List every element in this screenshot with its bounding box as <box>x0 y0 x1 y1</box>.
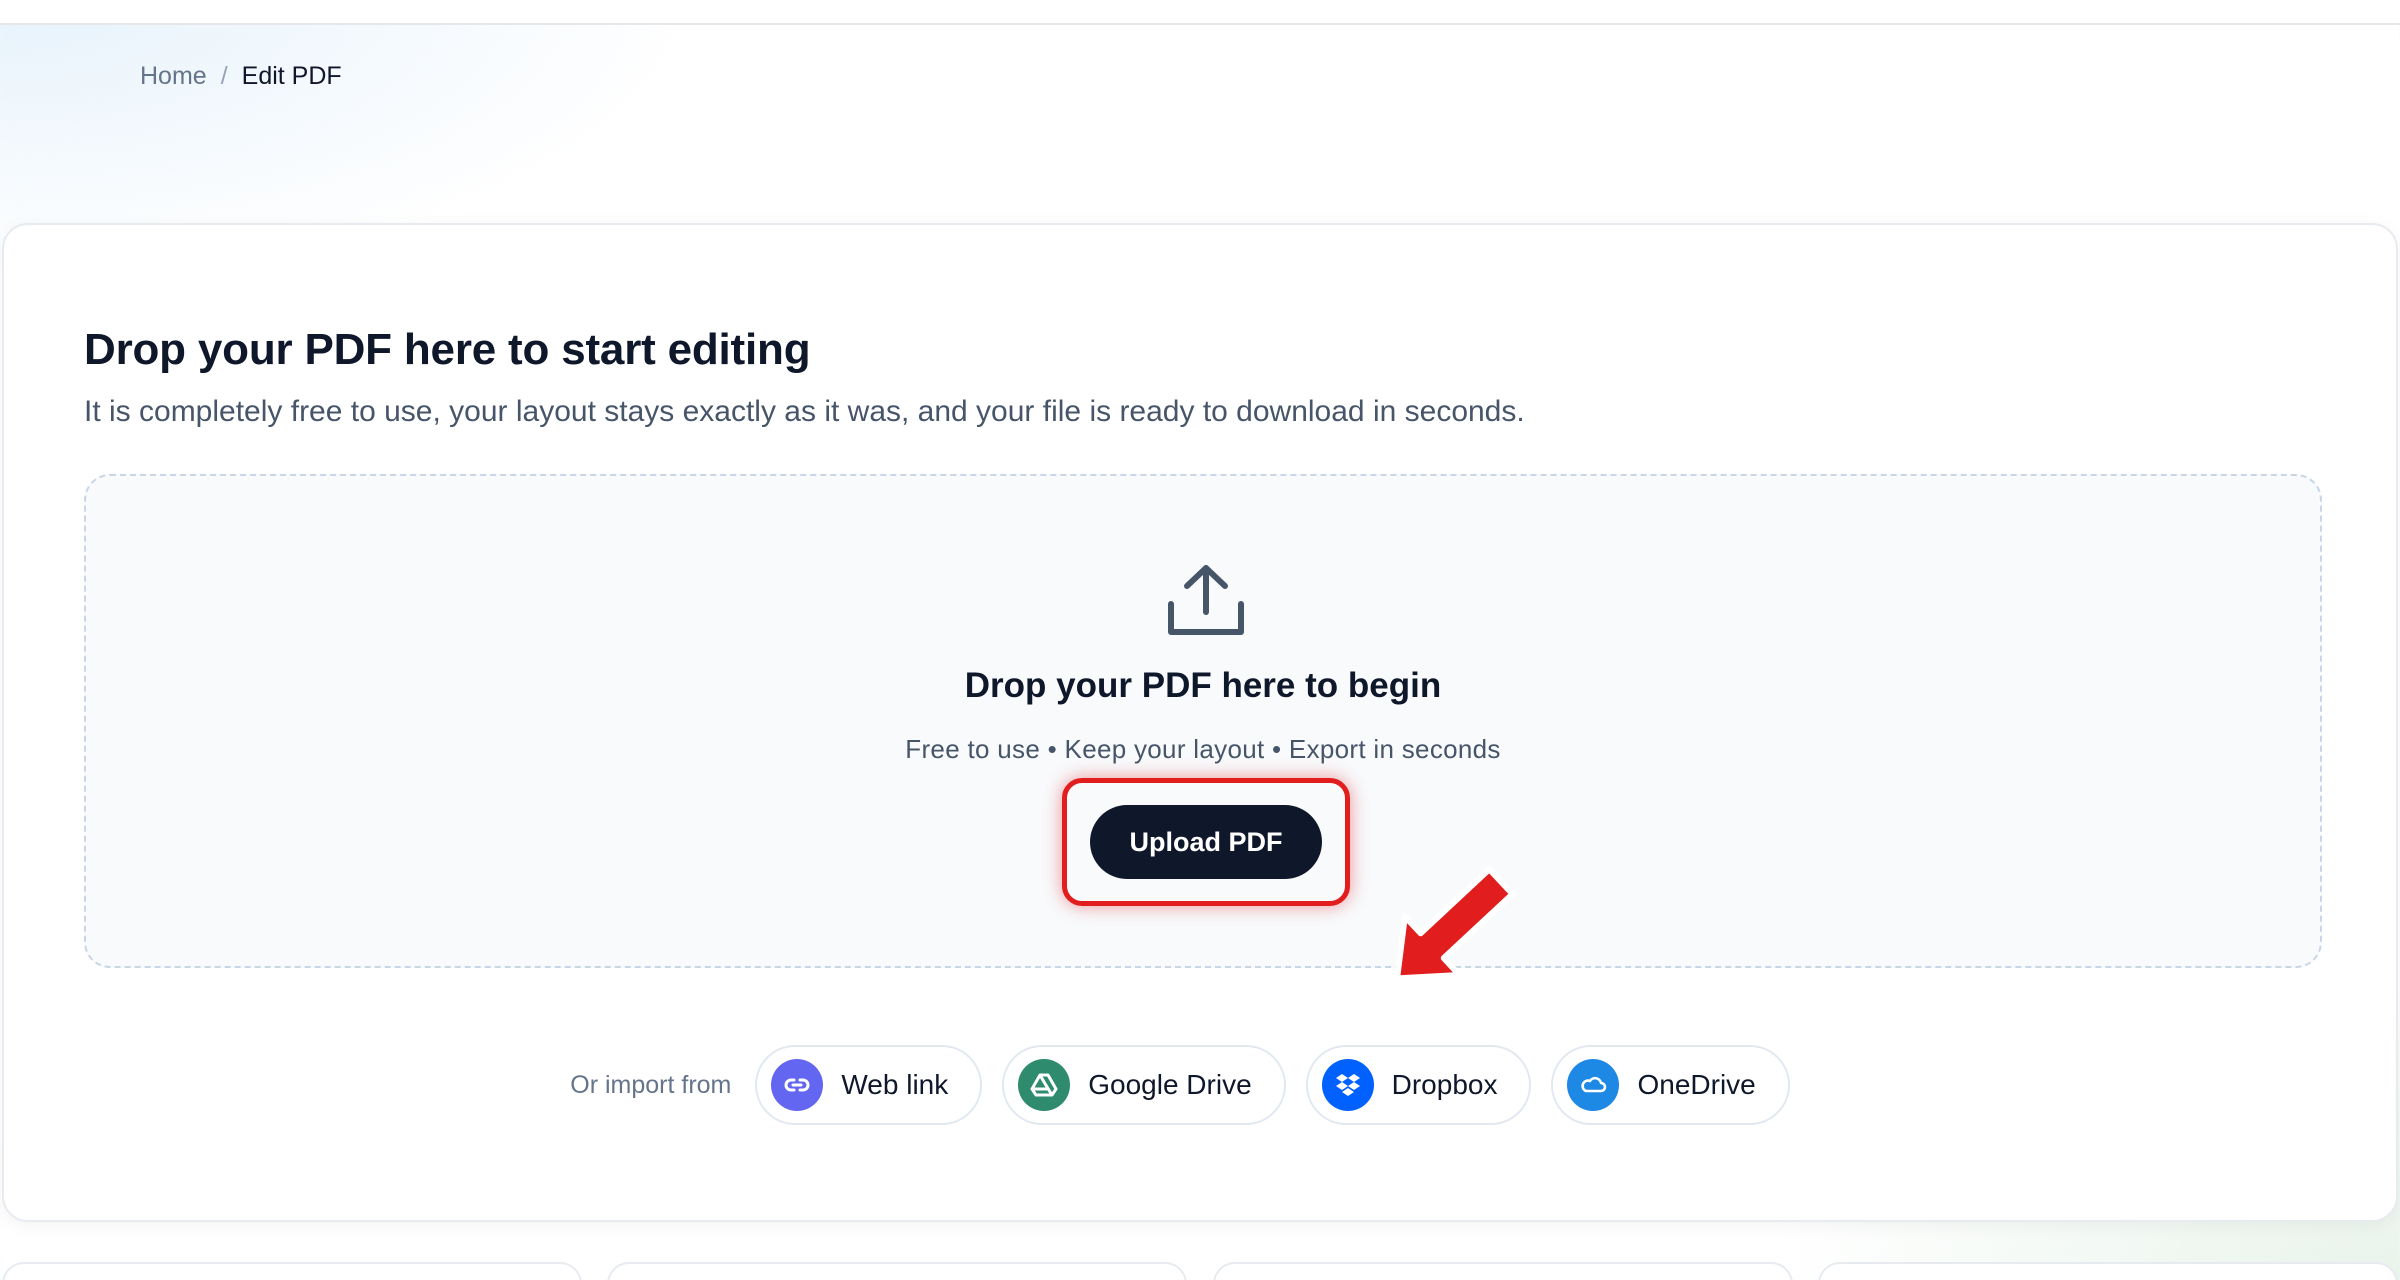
feature-card[interactable] <box>607 1262 1187 1280</box>
upload-card: Drop your PDF here to start editing It i… <box>2 223 2398 1222</box>
upload-icon <box>1168 565 1244 635</box>
import-web-link-label: Web link <box>841 1069 949 1100</box>
import-google-drive-button[interactable]: Google Drive <box>1002 1045 1286 1125</box>
import-label: Or import from <box>570 1070 732 1099</box>
import-dropbox-label: Dropbox <box>1391 1069 1498 1100</box>
breadcrumb-separator: / <box>220 61 228 90</box>
feature-cards-row <box>0 1262 2400 1280</box>
dropbox-icon <box>1321 1059 1374 1111</box>
import-dropbox-button[interactable]: Dropbox <box>1305 1045 1532 1125</box>
import-onedrive-button[interactable]: OneDrive <box>1551 1045 1790 1125</box>
breadcrumb-home-link[interactable]: Home <box>140 62 207 91</box>
dropzone-subtitle: Free to use • Keep your layout • Export … <box>905 734 1501 764</box>
import-google-drive-label: Google Drive <box>1088 1069 1252 1100</box>
link-icon <box>771 1059 824 1111</box>
feature-card[interactable] <box>2 1262 582 1280</box>
page-subtitle: It is completely free to use, your layou… <box>84 395 1525 428</box>
top-bar <box>0 0 2400 25</box>
onedrive-icon <box>1567 1059 1620 1111</box>
breadcrumb: Home / Edit PDF <box>140 58 342 94</box>
import-onedrive-label: OneDrive <box>1637 1069 1756 1100</box>
feature-card[interactable] <box>1818 1262 2398 1280</box>
pdf-dropzone[interactable]: Drop your PDF here to begin Free to use … <box>84 474 2322 968</box>
import-sources: Or import from Web link Google Drive Dro… <box>4 1045 2396 1125</box>
dropzone-title: Drop your PDF here to begin <box>964 666 1442 705</box>
pointer-arrow-annotation <box>1394 866 1516 982</box>
page-title: Drop your PDF here to start editing <box>84 325 811 374</box>
import-web-link-button[interactable]: Web link <box>755 1045 983 1125</box>
feature-card[interactable] <box>1213 1262 1793 1280</box>
upload-button-highlight: Upload PDF <box>1062 778 1350 906</box>
google-drive-icon <box>1018 1059 1071 1111</box>
upload-pdf-button[interactable]: Upload PDF <box>1090 805 1322 879</box>
breadcrumb-current: Edit PDF <box>241 61 342 90</box>
